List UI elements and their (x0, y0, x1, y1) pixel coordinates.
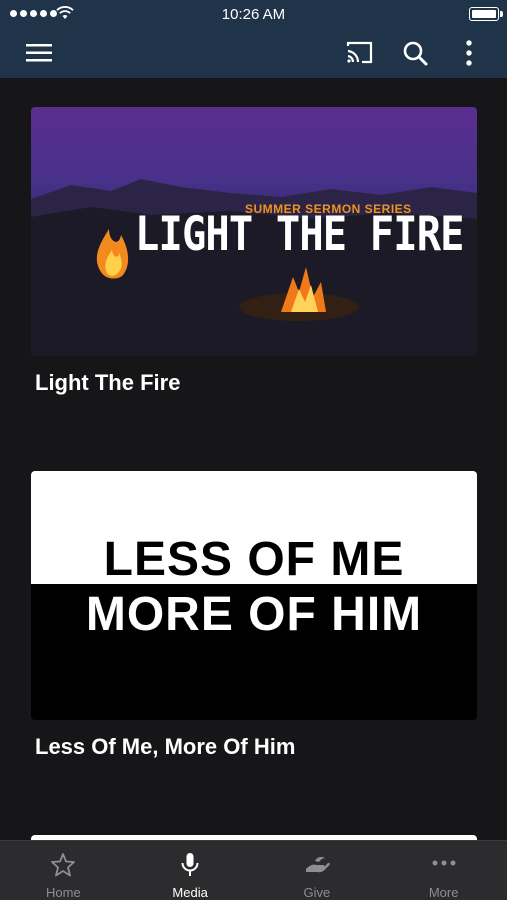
bottom-tab-bar: Home Media Give More (0, 840, 507, 900)
cast-icon[interactable] (344, 38, 374, 68)
tab-more[interactable]: More (380, 841, 507, 900)
status-bar: 10:26 AM (0, 0, 507, 28)
tab-label: Give (303, 885, 331, 900)
more-vert-icon[interactable] (454, 38, 484, 68)
microphone-icon (181, 853, 199, 876)
media-card[interactable]: LESS OF ME MORE OF HIM Less Of Me, More … (31, 471, 477, 760)
status-time: 10:26 AM (221, 6, 286, 23)
tab-label: More (428, 885, 459, 900)
more-horiz-icon (432, 860, 456, 866)
media-thumbnail[interactable]: SUMMER SERMON SERIES LIGHT THE FIRE (31, 107, 477, 356)
battery-icon (469, 7, 503, 21)
tab-give[interactable]: Give (254, 841, 381, 900)
media-list: SUMMER SERMON SERIES LIGHT THE FIRE Ligh… (0, 78, 507, 840)
menu-icon[interactable] (24, 38, 54, 68)
tab-label: Home (46, 885, 81, 900)
media-title[interactable]: Less Of Me, More Of Him (31, 734, 477, 760)
app-bar (0, 28, 507, 78)
tab-home[interactable]: Home (0, 841, 127, 900)
media-thumbnail[interactable]: LESS OF ME MORE OF HIM (31, 471, 477, 720)
tab-media[interactable]: Media (127, 841, 254, 900)
search-icon[interactable] (400, 38, 430, 68)
give-hand-icon (305, 857, 330, 873)
artwork-line-2: MORE OF HIM (85, 588, 423, 641)
tab-label: Media (172, 885, 208, 900)
media-card[interactable]: SUMMER SERMON SERIES LIGHT THE FIRE Ligh… (31, 107, 477, 396)
artwork-title: LIGHT THE FIRE (135, 207, 465, 262)
artwork-line-1: LESS OF ME (103, 533, 405, 586)
star-icon (51, 853, 76, 877)
media-title[interactable]: Light The Fire (31, 370, 477, 396)
